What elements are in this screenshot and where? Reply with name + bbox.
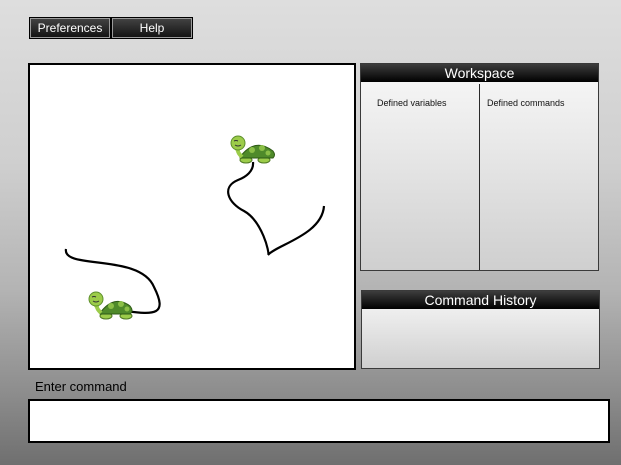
turtle-icon[interactable]: [88, 291, 133, 320]
command-input[interactable]: [28, 399, 610, 443]
defined-commands-label: Defined commands: [487, 98, 565, 108]
command-history-title: Command History: [362, 291, 599, 309]
turtle-canvas[interactable]: [28, 63, 356, 370]
preferences-button[interactable]: Preferences: [29, 17, 111, 39]
help-button[interactable]: Help: [111, 17, 193, 39]
turtle-icon[interactable]: [230, 135, 275, 164]
enter-command-label: Enter command: [35, 379, 127, 394]
command-history-panel[interactable]: Command History: [361, 290, 600, 369]
workspace-title: Workspace: [361, 64, 598, 82]
turtle-drawing: [64, 135, 326, 320]
turtle-trail: [227, 161, 326, 256]
defined-variables-label: Defined variables: [377, 98, 447, 108]
workspace-panel: Workspace Defined variables Defined comm…: [360, 63, 599, 271]
workspace-divider: [479, 84, 480, 270]
